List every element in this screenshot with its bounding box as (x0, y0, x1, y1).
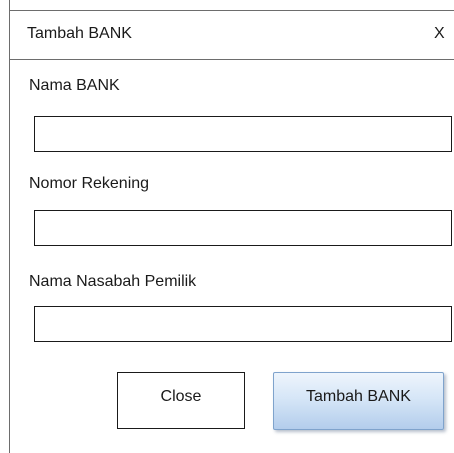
close-button[interactable]: Close (117, 372, 245, 429)
bank-name-label: Nama BANK (29, 77, 120, 94)
dialog-border (9, 0, 10, 453)
account-number-field[interactable] (34, 210, 452, 246)
dialog-title: Tambah BANK (27, 25, 132, 42)
account-number-label: Nomor Rekening (29, 175, 150, 192)
holder-name-label: Nama Nasabah Pemilik (29, 273, 197, 290)
bank-name-field[interactable] (34, 116, 452, 152)
dialog-title-bar: Tambah BANK X (10, 10, 454, 60)
add-bank-dialog: Tambah BANK X Nama BANK Nomor Rekening N… (0, 0, 454, 453)
holder-name-field[interactable] (34, 306, 452, 342)
add-bank-button[interactable]: Tambah BANK (273, 372, 444, 430)
close-icon[interactable]: X (434, 24, 445, 44)
